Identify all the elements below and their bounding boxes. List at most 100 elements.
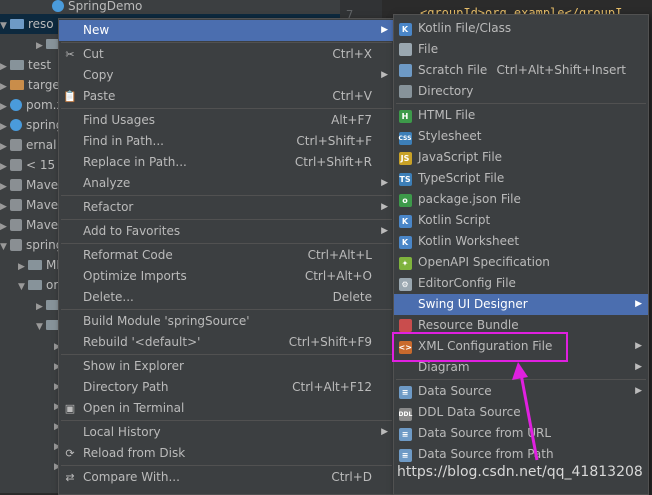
menu-item-compare-with[interactable]: ⇄ Compare With... Ctrl+D [59, 467, 394, 488]
new-item-scratch-file[interactable]: Scratch File Ctrl+Alt+Shift+Insert [394, 60, 648, 81]
menu-item-cut[interactable]: ✂ Cut Ctrl+X [59, 44, 394, 65]
new-item-editorconfig-file[interactable]: ⚙ EditorConfig File [394, 273, 648, 294]
menu-item-directory-path[interactable]: Directory Path Ctrl+Alt+F12 [59, 377, 394, 398]
menu-item-rebuild-default[interactable]: Rebuild '<default>' Ctrl+Shift+F9 [59, 332, 394, 353]
new-item-data-source[interactable]: ≡ Data Source ▶ [394, 381, 648, 402]
directory-icon [398, 85, 412, 99]
folder-icon [10, 80, 24, 90]
menu-item-analyze[interactable]: Analyze ▶ [59, 173, 394, 194]
menu-item-find-in-path[interactable]: Find in Path... Ctrl+Shift+F [59, 131, 394, 152]
menu-item-label: Compare With... [83, 470, 180, 484]
menu-item-label: TypeScript File [418, 171, 505, 185]
menu-item-build-module-springsource[interactable]: Build Module 'springSource' [59, 311, 394, 332]
menu-item-local-history[interactable]: Local History ▶ [59, 422, 394, 443]
chevron-right-icon[interactable]: ▶ [0, 97, 10, 117]
chevron-right-icon[interactable]: ▶ [0, 177, 10, 197]
new-item-stylesheet[interactable]: CSS Stylesheet [394, 126, 648, 147]
menu-item-label: EditorConfig File [418, 276, 516, 290]
chevron-down-icon[interactable]: ▼ [0, 237, 10, 257]
chevron-right-icon[interactable]: ▶ [0, 57, 10, 77]
new-item-package-json-file[interactable]: o package.json File [394, 189, 648, 210]
library-icon [10, 159, 22, 171]
chevron-right-icon: ▶ [381, 70, 388, 80]
chevron-right-icon[interactable]: ▶ [0, 217, 10, 237]
new-item-file[interactable]: File [394, 39, 648, 60]
menu-item-label: File [418, 42, 439, 56]
menu-item-label: Delete... [83, 290, 134, 304]
chevron-right-icon[interactable]: ▶ [36, 297, 46, 317]
menu-item-label: HTML File [418, 108, 476, 122]
menu-item-reload-from-disk[interactable]: ⟳ Reload from Disk [59, 443, 394, 464]
menu-item-replace-in-path[interactable]: Replace in Path... Ctrl+Shift+R [59, 152, 394, 173]
menu-item-refactor[interactable]: Refactor ▶ [59, 197, 394, 218]
new-item-data-source-from-path[interactable]: ≡ Data Source from Path [394, 444, 648, 465]
menu-item-find-usages[interactable]: Find Usages Alt+F7 [59, 110, 394, 131]
menu-item-label: DDL Data Source [418, 405, 521, 419]
menu-separator [61, 465, 392, 466]
chevron-right-icon[interactable]: ▶ [18, 257, 28, 277]
file-icon [10, 99, 22, 111]
library-icon [10, 199, 22, 211]
file-icon [398, 43, 412, 57]
new-item-kotlin-file-class[interactable]: K Kotlin File/Class [394, 18, 648, 39]
folder-icon [28, 260, 42, 270]
menu-item-delete[interactable]: Delete... Delete [59, 287, 394, 308]
chevron-right-icon: ▶ [635, 341, 642, 351]
new-item-data-source-from-url[interactable]: ≡ Data Source from URL [394, 423, 648, 444]
tree-row[interactable]: ▶ test [0, 55, 51, 75]
watermark-text: https://blog.csdn.net/qq_41813208 [397, 464, 643, 480]
new-item-kotlin-worksheet[interactable]: K Kotlin Worksheet [394, 231, 648, 252]
openapi-icon: ✦ [398, 256, 412, 270]
module-icon [52, 0, 64, 12]
menu-item-label: Find in Path... [83, 134, 164, 148]
scissors-icon: ✂ [65, 48, 75, 61]
tree-row[interactable]: ▶ target [0, 75, 65, 95]
menu-item-label: package.json File [418, 192, 521, 206]
chevron-right-icon: ▶ [381, 202, 388, 212]
kotlin-script-icon: K [398, 214, 412, 228]
chevron-right-icon: ▶ [635, 386, 642, 396]
chevron-down-icon[interactable]: ▼ [36, 317, 46, 337]
menu-separator [61, 219, 392, 220]
menu-item-paste[interactable]: 📋 Paste Ctrl+V [59, 86, 394, 107]
chevron-down-icon[interactable]: ▼ [0, 16, 10, 36]
menu-item-shortcut: Delete [332, 290, 372, 304]
menu-item-optimize-imports[interactable]: Optimize Imports Ctrl+Alt+O [59, 266, 394, 287]
datasource-url-icon: ≡ [398, 427, 412, 441]
new-item-openapi-specification[interactable]: ✦ OpenAPI Specification [394, 252, 648, 273]
menu-item-add-to-favorites[interactable]: Add to Favorites ▶ [59, 221, 394, 242]
chevron-right-icon[interactable]: ▶ [0, 137, 10, 157]
menu-item-shortcut: Ctrl+Alt+L [307, 248, 372, 262]
new-submenu: K Kotlin File/Class File Scratch File Ctrl+A… [393, 14, 649, 495]
new-item-swing-ui-designer[interactable]: Swing UI Designer ▶ [394, 294, 648, 315]
chevron-down-icon[interactable]: ▼ [18, 277, 28, 297]
menu-item-open-in-terminal[interactable]: ▣ Open in Terminal [59, 398, 394, 419]
menu-item-label: Kotlin Script [418, 213, 491, 227]
html-file-icon: H [398, 109, 412, 123]
menu-item-label: Directory [418, 84, 474, 98]
new-item-ddl-data-source[interactable]: DDL DDL Data Source [394, 402, 648, 423]
package-json-icon: o [398, 193, 412, 207]
chevron-right-icon[interactable]: ▶ [36, 36, 46, 56]
menu-item-copy[interactable]: Copy ▶ [59, 65, 394, 86]
menu-item-reformat-code[interactable]: Reformat Code Ctrl+Alt+L [59, 245, 394, 266]
menu-item-shortcut: Alt+F7 [331, 113, 372, 127]
terminal-icon: ▣ [64, 402, 76, 415]
menu-separator [61, 243, 392, 244]
new-item-html-file[interactable]: H HTML File [394, 105, 648, 126]
chevron-right-icon[interactable]: ▶ [0, 157, 10, 177]
new-item-directory[interactable]: Directory [394, 81, 648, 102]
chevron-right-icon[interactable]: ▶ [0, 77, 10, 97]
chevron-right-icon: ▶ [635, 299, 642, 309]
menu-item-shortcut: Ctrl+V [332, 89, 372, 103]
database-icon: ≡ [398, 385, 412, 399]
new-item-typescript-file[interactable]: TS TypeScript File [394, 168, 648, 189]
menu-item-new[interactable]: New ▶ [59, 20, 394, 41]
menu-item-show-in-explorer[interactable]: Show in Explorer [59, 356, 394, 377]
new-item-javascript-file[interactable]: JS JavaScript File [394, 147, 648, 168]
chevron-right-icon[interactable]: ▶ [0, 197, 10, 217]
new-item-kotlin-script[interactable]: K Kotlin Script [394, 210, 648, 231]
chevron-right-icon[interactable]: ▶ [0, 117, 10, 137]
scratch-file-icon [398, 64, 412, 78]
menu-item-shortcut: Ctrl+Alt+Shift+Insert [496, 63, 626, 77]
